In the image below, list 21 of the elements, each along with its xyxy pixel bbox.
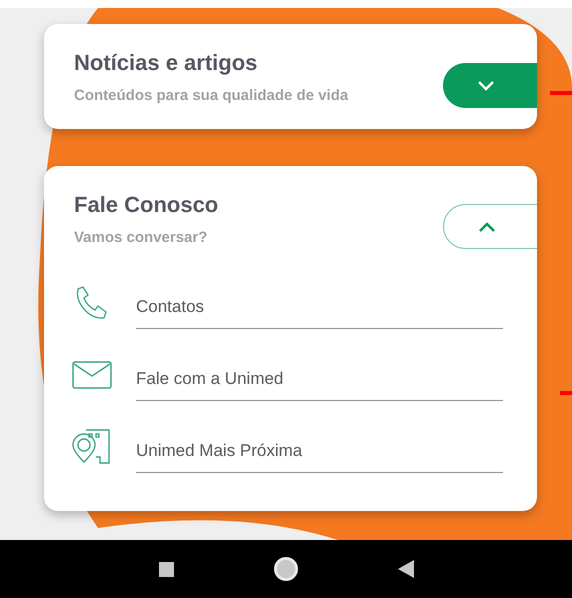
section-subtitle: Conteúdos para sua qualidade de vida [74,86,348,106]
back-icon[interactable] [398,560,414,578]
section-title: Notícias e artigos [74,49,258,77]
location-building-icon [72,429,112,465]
menu-item-label: Fale com a Unimed [136,368,284,390]
dash-mark [550,91,572,95]
menu-item[interactable]: Fale com a Unimed [44,339,537,411]
recent-apps-icon[interactable] [158,562,174,576]
section-subtitle: Vamos conversar? [74,228,208,248]
menu-item[interactable]: Contatos [44,267,537,339]
dash-mark [560,391,572,395]
menu-item[interactable]: Unimed Mais Próxima [44,411,537,483]
section-title: Fale Conosco [74,191,218,219]
chevron-down-icon [477,80,495,92]
toggle-button[interactable] [443,204,537,249]
home-icon[interactable] [274,557,298,581]
menu-item-label: Unimed Mais Próxima [136,440,302,462]
toggle-button[interactable] [443,63,537,108]
menu-item-label: Contatos [136,296,204,318]
chevron-up-icon [478,220,496,232]
mail-icon [72,361,112,389]
